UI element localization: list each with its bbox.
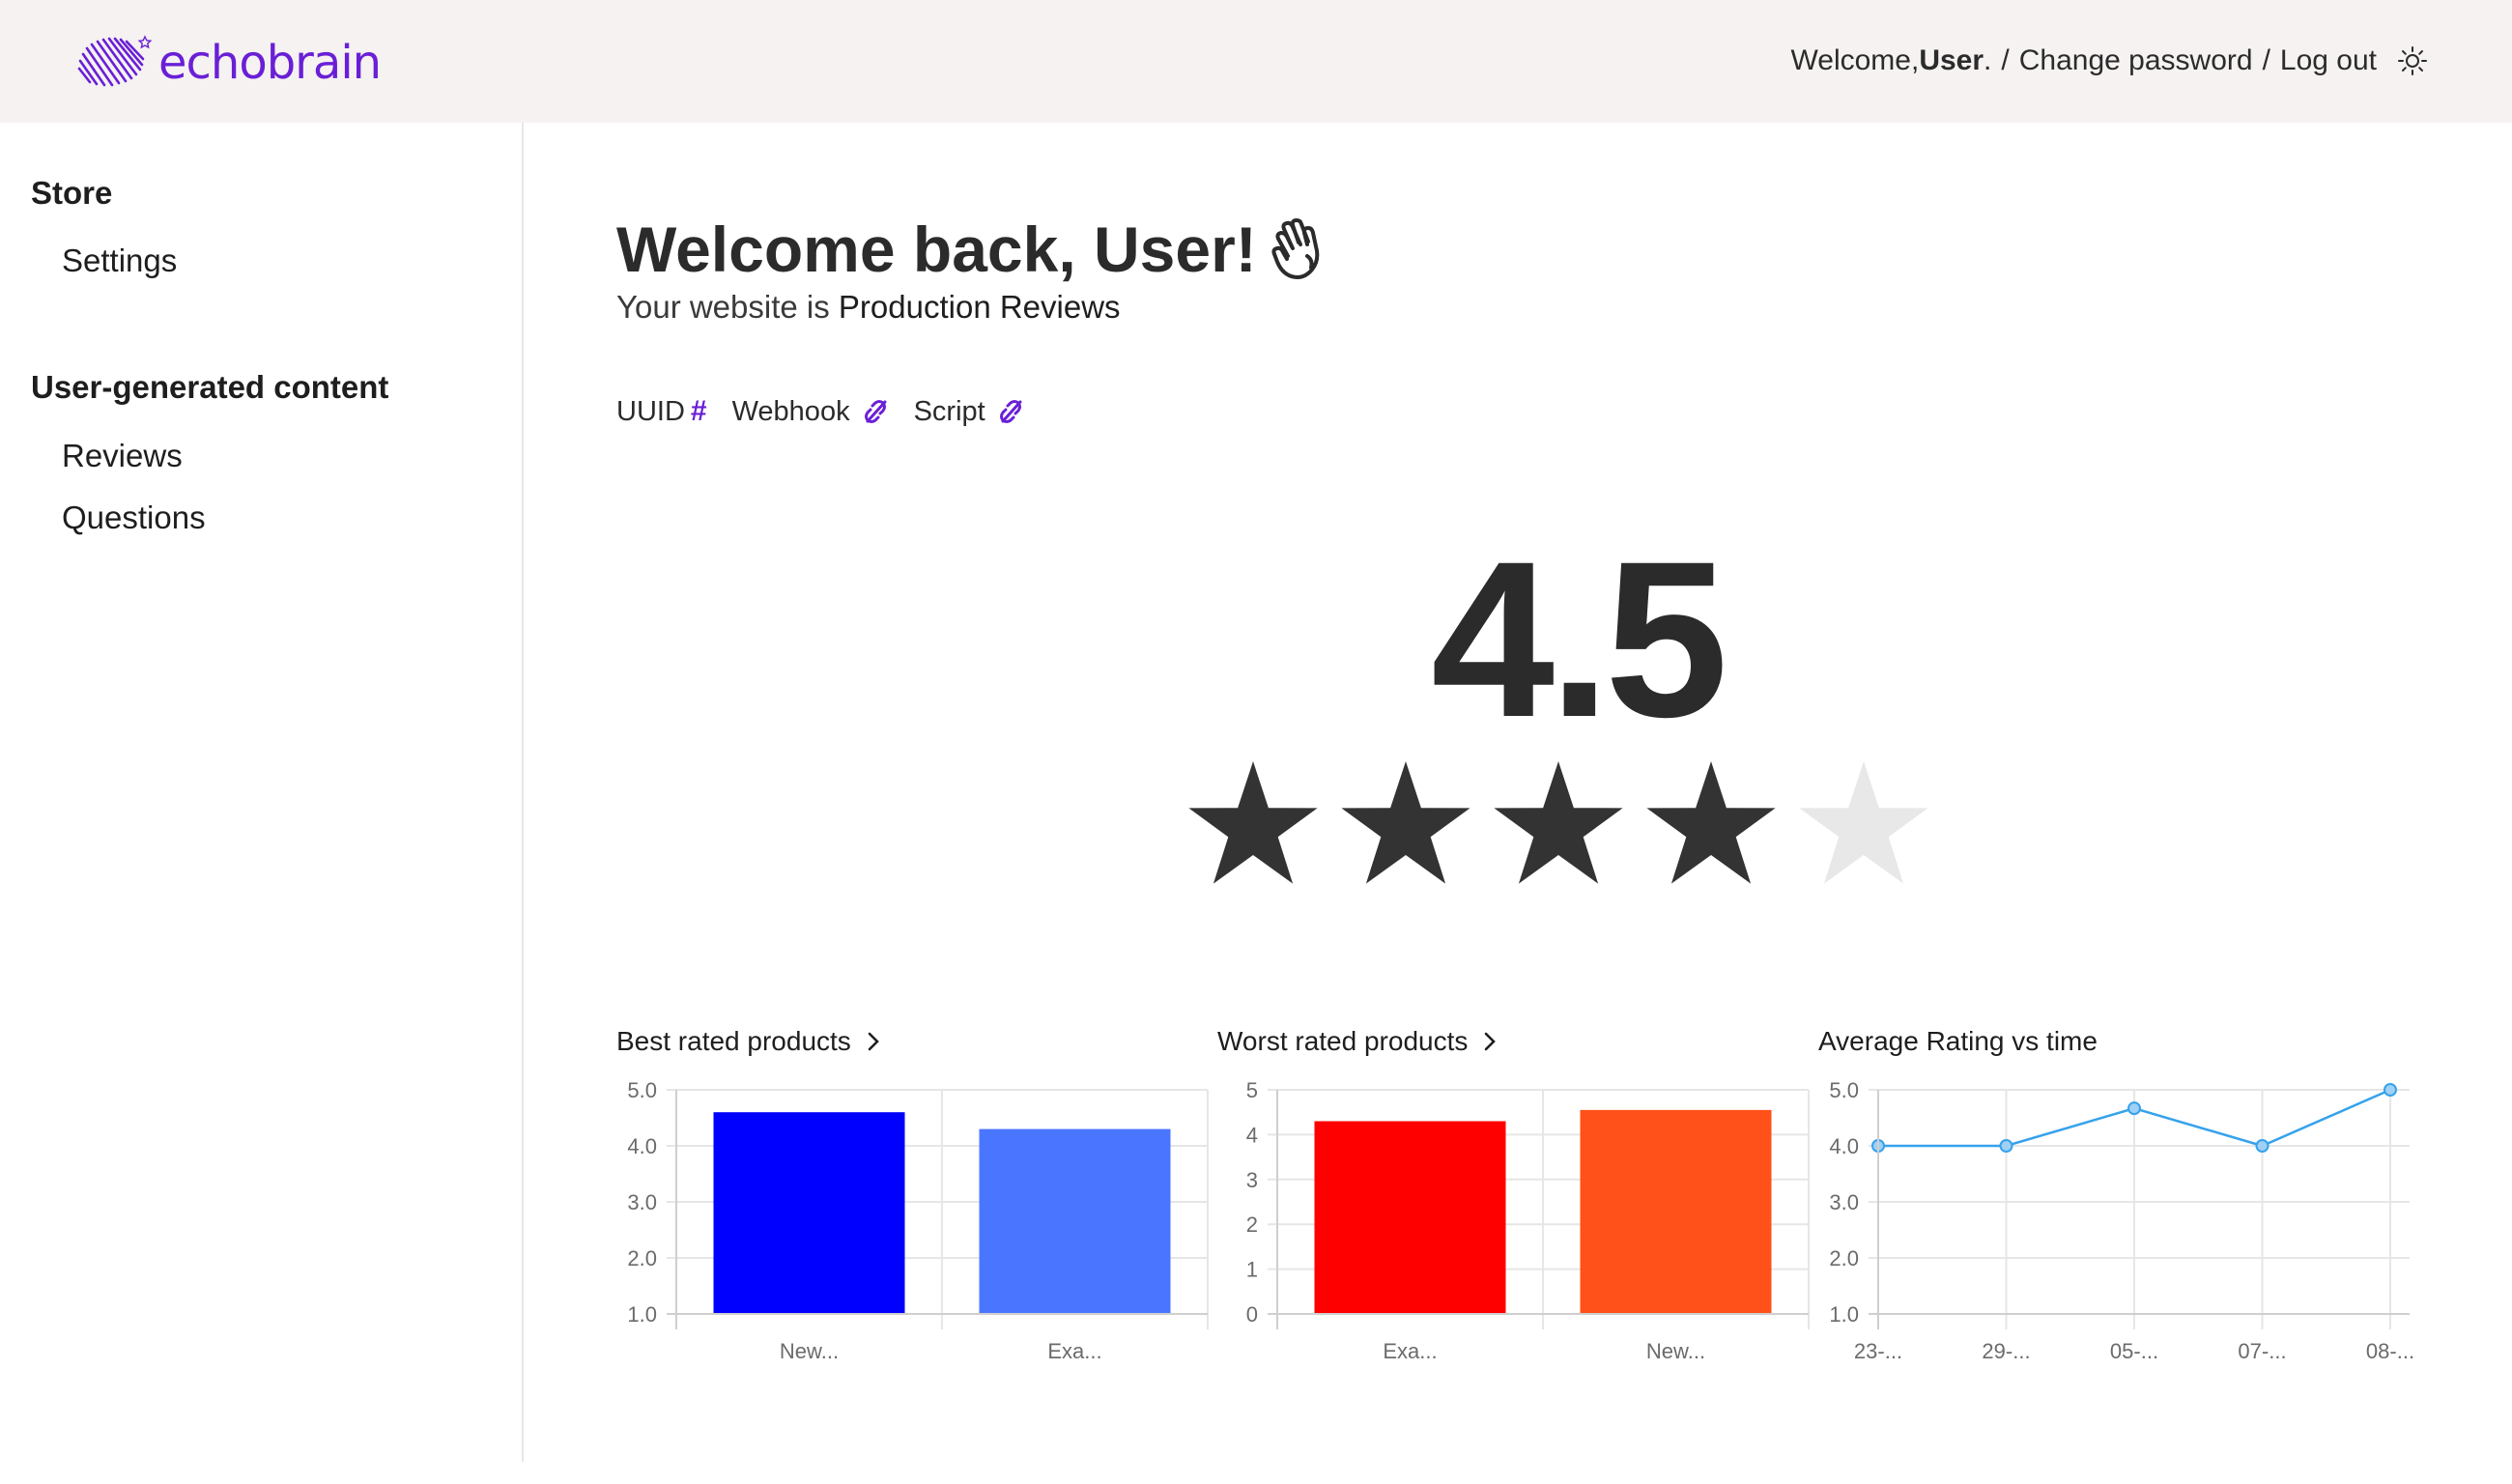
change-password-link[interactable]: Change password	[2019, 44, 2253, 77]
best-rated-title: Best rated products	[616, 1026, 851, 1056]
y-tick-label: 0	[1246, 1302, 1258, 1327]
average-rating: 4.5	[1431, 515, 1728, 763]
data-point[interactable]	[2127, 1101, 2141, 1116]
bar[interactable]	[713, 1112, 905, 1314]
x-tick-label: Exa...	[1383, 1339, 1437, 1363]
worst-rated-link[interactable]: Worst rated products	[1217, 1026, 1497, 1057]
chevron-right-icon	[868, 1032, 879, 1051]
x-tick-label: New...	[780, 1339, 839, 1363]
top-bar: echobrain Welcome, User . / Change passw…	[0, 0, 2512, 123]
hash-icon: #	[690, 395, 707, 427]
bar[interactable]	[1314, 1121, 1506, 1314]
sidebar-section-store: Store	[31, 175, 113, 211]
y-tick-label: 2.0	[627, 1246, 657, 1270]
sidebar: Store Settings User-generated content Re…	[0, 123, 524, 1462]
bar[interactable]	[1580, 1109, 1772, 1314]
best-rated-chart: 5.0 4.0 3.0 2.0 1.0 New... Exa...	[627, 1078, 1209, 1363]
rating-trend-label: Average Rating vs time	[1818, 1026, 2098, 1056]
y-tick-label: 1.0	[1829, 1302, 1859, 1327]
script-status[interactable]: Script	[914, 396, 1024, 428]
user-name: User	[1919, 44, 1984, 76]
y-tick-label: 1	[1246, 1258, 1258, 1282]
data-point[interactable]	[1999, 1139, 2013, 1153]
nav-separator: /	[2001, 44, 2010, 76]
y-tick-label: 3	[1246, 1168, 1258, 1192]
user-nav: Welcome, User . / Change password / Log …	[1791, 39, 2430, 83]
y-tick-label: 4	[1246, 1123, 1258, 1147]
website-line: Your website is Production Reviews	[616, 289, 1121, 326]
sidebar-section-ugc: User-generated content	[31, 369, 389, 405]
script-label: Script	[913, 395, 985, 427]
sidebar-item-settings[interactable]: Settings	[62, 243, 177, 279]
best-rated-link[interactable]: Best rated products	[616, 1026, 880, 1057]
echobrain-logo[interactable]: echobrain	[75, 33, 382, 93]
y-tick-label: 3.0	[627, 1190, 657, 1214]
y-tick-label: 4.0	[1829, 1134, 1859, 1158]
x-tick-label: New...	[1646, 1339, 1705, 1363]
webhook-label: Webhook	[731, 395, 850, 427]
star-empty-icon	[1799, 761, 1928, 884]
y-tick-label: 2	[1246, 1213, 1258, 1237]
unlink-icon	[864, 400, 887, 423]
sidebar-item-reviews[interactable]: Reviews	[62, 438, 183, 474]
data-point[interactable]	[2255, 1139, 2269, 1153]
website-name: Production Reviews	[838, 289, 1121, 325]
integration-row: UUID # Webhook Script	[616, 395, 1049, 428]
data-point[interactable]	[2384, 1083, 2397, 1097]
sidebar-item-questions[interactable]: Questions	[62, 499, 206, 536]
y-tick-label: 5.0	[1829, 1078, 1859, 1102]
worst-rated-title: Worst rated products	[1217, 1026, 1469, 1056]
y-tick-label: 5.0	[627, 1078, 657, 1102]
star-rating	[1188, 761, 1928, 884]
rating-trend-chart: 5.0 4.0 3.0 2.0 1.0 23-... 29-... 05-... 07-... 0…	[1829, 1078, 2414, 1363]
unlink-icon	[999, 400, 1022, 423]
chevron-right-icon	[1485, 1032, 1497, 1051]
star-filled-icon	[1646, 761, 1776, 884]
welcome-suffix: .	[1984, 44, 1992, 76]
x-tick-label: 08-...	[2366, 1339, 2414, 1363]
x-tick-label: 29-...	[1982, 1339, 2030, 1363]
star-filled-icon	[1188, 761, 1318, 884]
logo-text: echobrain	[158, 36, 382, 90]
log-out-link[interactable]: Log out	[2280, 44, 2377, 77]
sun-icon[interactable]	[2396, 44, 2429, 77]
website-prefix: Your website is	[616, 289, 839, 325]
x-tick-label: 05-...	[2110, 1339, 2158, 1363]
x-tick-label: 07-...	[2238, 1339, 2286, 1363]
uuid-label: UUID	[616, 395, 685, 427]
y-tick-label: 3.0	[1829, 1190, 1859, 1214]
uuid-copy[interactable]: UUID #	[616, 395, 707, 428]
rating-trend-title: Average Rating vs time	[1818, 1026, 2098, 1057]
y-tick-label: 1.0	[627, 1302, 657, 1327]
waving-hand-icon	[1271, 218, 1320, 279]
welcome-prefix: Welcome,	[1790, 44, 1920, 76]
y-tick-label: 2.0	[1829, 1246, 1859, 1270]
star-filled-icon	[1494, 761, 1623, 884]
brain-logo-icon	[77, 35, 153, 87]
page-title: Welcome back, User!	[616, 213, 1330, 286]
y-tick-label: 4.0	[627, 1134, 657, 1158]
webhook-status[interactable]: Webhook	[732, 396, 889, 428]
bar[interactable]	[979, 1128, 1171, 1314]
x-tick-label: Exa...	[1047, 1339, 1101, 1363]
star-filled-icon	[1341, 761, 1470, 884]
y-tick-label: 5	[1246, 1078, 1258, 1102]
nav-separator: /	[2262, 44, 2270, 76]
x-tick-label: 23-...	[1854, 1339, 1902, 1363]
greeting-text: Welcome back, User!	[616, 214, 1257, 285]
worst-rated-chart: 5 4 3 2 1 0 Exa... New...	[1246, 1078, 1810, 1363]
